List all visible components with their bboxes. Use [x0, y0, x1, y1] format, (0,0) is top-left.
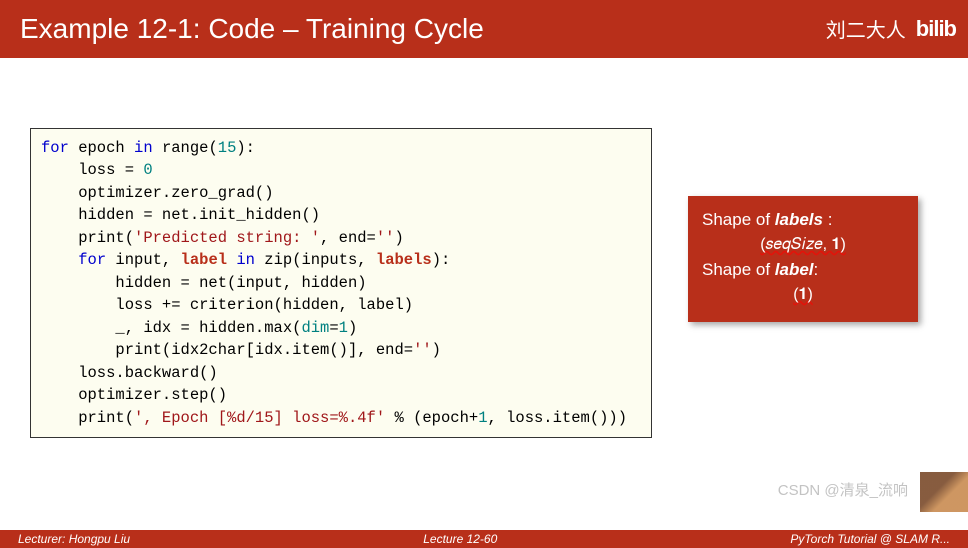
labels-highlight: labels — [376, 251, 432, 269]
slide-footer: Lecturer: Hongpu Liu Lecture 12-60 PyTor… — [0, 530, 968, 548]
slide-title: Example 12-1: Code – Training Cycle — [20, 13, 484, 45]
slide-header: Example 12-1: Code – Training Cycle 刘二大人… — [0, 0, 968, 58]
label-shape-value: (𝟏) — [702, 286, 904, 304]
footer-tutorial: PyTorch Tutorial @ SLAM R... — [790, 532, 950, 546]
labels-shape-title: Shape of labels : — [702, 210, 904, 230]
slide-content: for epoch in range(15): loss = 0 optimiz… — [0, 58, 968, 530]
corner-decoration — [920, 472, 968, 512]
kw-for: for — [41, 139, 69, 157]
header-right: 刘二大人 bilib — [826, 14, 956, 43]
csdn-watermark: CSDN @清泉_流响 — [778, 479, 908, 500]
kw-in: in — [134, 139, 153, 157]
shape-info-box: Shape of labels : (𝑠𝑒𝑞𝑆𝑖𝑧𝑒, 𝟏) Shape of … — [688, 196, 918, 322]
bilibili-logo: bilib — [916, 16, 956, 42]
footer-lecturer: Lecturer: Hongpu Liu — [18, 532, 130, 546]
code-block: for epoch in range(15): loss = 0 optimiz… — [30, 128, 652, 438]
labels-shape-value: (𝑠𝑒𝑞𝑆𝑖𝑧𝑒, 𝟏) — [702, 236, 904, 254]
footer-lecture-num: Lecture 12-60 — [423, 532, 497, 546]
label-highlight: label — [181, 251, 228, 269]
label-shape-title: Shape of label: — [702, 260, 904, 280]
author-name: 刘二大人 — [826, 14, 906, 43]
